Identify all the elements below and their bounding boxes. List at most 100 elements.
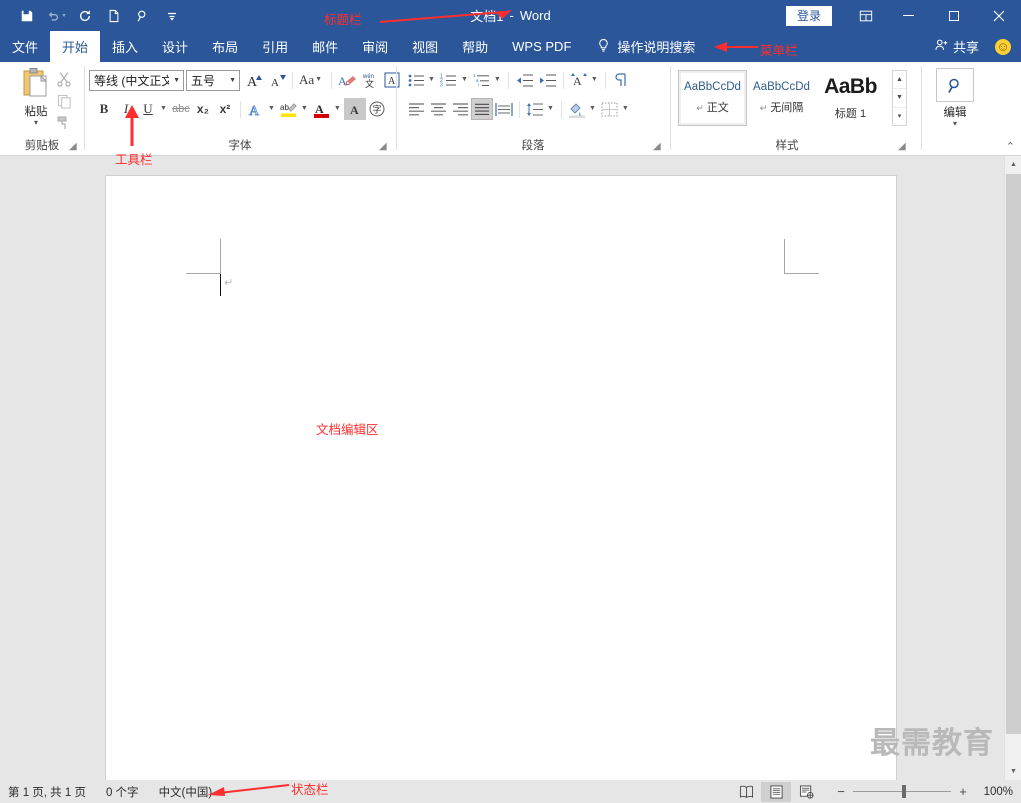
subscript-button[interactable]: x₂ [192,98,214,120]
strikethrough-button[interactable]: abc [170,98,192,120]
copy-button[interactable] [50,90,78,112]
bullets-caret-icon[interactable]: ▼ [427,70,438,90]
multilevel-caret-icon[interactable]: ▼ [493,70,504,90]
tab-help[interactable]: 帮助 [450,31,500,62]
font-dialog-launcher[interactable]: ◢ [379,141,390,152]
multilevel-list-button[interactable]: 1ai [471,69,493,91]
clear-formatting-button[interactable]: A [336,69,359,91]
style-item-heading1[interactable]: AaBb 标题 1 [816,70,885,126]
minimize-button[interactable] [886,0,931,31]
line-spacing-button[interactable] [524,98,546,120]
shrink-font-button[interactable]: A [266,69,288,91]
tab-design[interactable]: 设计 [150,31,200,62]
font-size-combo[interactable]: 五号 ▼ [186,69,240,91]
show-formatting-marks-button[interactable] [610,69,632,91]
change-case-button[interactable]: Aa ▼ [297,69,327,91]
cut-button[interactable] [50,68,78,90]
enclose-characters-button[interactable]: 字 [366,98,388,120]
font-color-button[interactable]: A [311,98,333,120]
styles-scroll-up-icon[interactable]: ▲ [893,71,906,90]
editing-find-button[interactable]: 编辑 ▾ [936,68,974,128]
tab-layout[interactable]: 布局 [200,31,250,62]
print-layout-icon[interactable] [761,781,791,802]
read-mode-icon[interactable] [731,782,761,802]
scrollbar-thumb[interactable] [1006,174,1021,734]
numbering-caret-icon[interactable]: ▼ [460,70,471,90]
close-button[interactable] [976,0,1021,31]
search-icon[interactable] [130,4,156,28]
justify-button[interactable] [471,98,493,120]
customize-quick-access-icon[interactable] [159,4,185,28]
change-case-caret-icon[interactable]: ▼ [314,70,325,90]
shading-button[interactable] [566,98,588,120]
increase-indent-button[interactable] [536,69,559,91]
phonetic-guide-button[interactable]: wén 文 [359,69,381,91]
zoom-in-button[interactable]: + [957,784,969,799]
sort-caret-icon[interactable]: ▼ [590,70,601,90]
format-painter-button[interactable] [50,112,78,134]
tab-wps-pdf[interactable]: WPS PDF [500,31,583,62]
superscript-button[interactable]: x² [214,98,236,120]
line-spacing-caret-icon[interactable]: ▼ [546,99,557,119]
tab-file[interactable]: 文件 [0,31,50,62]
new-document-icon[interactable] [101,4,127,28]
font-size-caret-icon[interactable]: ▼ [225,77,236,84]
scroll-up-icon[interactable]: ▲ [1005,156,1021,173]
ribbon-display-options-icon[interactable] [846,0,886,31]
underline-button[interactable]: U [137,98,159,120]
tab-view[interactable]: 视图 [400,31,450,62]
zoom-level[interactable]: 100% [975,786,1013,798]
scroll-down-icon[interactable]: ▼ [1005,763,1021,780]
text-effects-caret-icon[interactable]: ▼ [267,99,278,119]
highlight-caret-icon[interactable]: ▼ [300,99,311,119]
web-layout-icon[interactable] [791,782,821,802]
styles-dialog-launcher[interactable]: ◢ [898,141,909,152]
tab-references[interactable]: 引用 [250,31,300,62]
character-shading-button[interactable]: A [343,98,366,120]
align-center-button[interactable] [427,98,449,120]
vertical-scrollbar[interactable]: ▲ ▼ [1004,156,1021,780]
sign-in-button[interactable]: 登录 [785,5,832,26]
document-page[interactable]: ↵ [105,175,897,780]
borders-caret-icon[interactable]: ▼ [621,99,632,119]
page-info[interactable]: 第 1 页, 共 1 页 [8,784,86,800]
save-icon[interactable] [14,4,40,28]
undo-icon[interactable]: ▾ [43,4,69,28]
font-color-caret-icon[interactable]: ▼ [333,99,344,119]
tab-insert[interactable]: 插入 [100,31,150,62]
distribute-button[interactable] [493,98,515,120]
clipboard-dialog-launcher[interactable]: ◢ [69,141,80,152]
zoom-out-button[interactable]: − [835,784,847,799]
zoom-slider[interactable] [853,785,951,798]
word-count[interactable]: 0 个字 [106,784,139,800]
paragraph-dialog-launcher[interactable]: ◢ [653,141,664,152]
redo-icon[interactable] [72,4,98,28]
style-item-no-spacing[interactable]: AaBbCcDd ↵ 无间隔 [747,70,816,126]
editing-caret-icon[interactable]: ▾ [936,120,974,128]
borders-button[interactable] [599,98,621,120]
share-button[interactable]: 共享 [934,31,979,62]
styles-more-icon[interactable]: ▾ [893,108,906,125]
underline-caret-icon[interactable]: ▼ [159,99,170,119]
numbering-button[interactable]: 123 [438,69,460,91]
shading-caret-icon[interactable]: ▼ [588,99,599,119]
highlight-color-button[interactable]: ab [278,98,300,120]
decrease-indent-button[interactable] [513,69,536,91]
tell-me-search[interactable]: 操作说明搜索 [583,31,705,62]
zoom-slider-thumb[interactable] [902,785,906,798]
grow-font-button[interactable]: A [244,69,266,91]
align-left-button[interactable] [405,98,427,120]
maximize-button[interactable] [931,0,976,31]
feedback-smiley-icon[interactable]: ☺ [995,39,1011,55]
style-item-normal[interactable]: AaBbCcDd ↵ 正文 [678,70,747,126]
tab-mailings[interactable]: 邮件 [300,31,350,62]
text-effects-button[interactable]: A [245,98,267,120]
font-name-combo[interactable]: 等线 (中文正文) ▼ [89,69,184,91]
tab-home[interactable]: 开始 [50,31,101,62]
font-name-caret-icon[interactable]: ▼ [169,77,180,84]
document-workspace[interactable]: ↵ 文档编辑区 最需教育 [0,156,1004,780]
bullets-button[interactable] [405,69,427,91]
bold-button[interactable]: B [93,98,115,120]
sort-button[interactable]: A [568,69,590,91]
align-right-button[interactable] [449,98,471,120]
